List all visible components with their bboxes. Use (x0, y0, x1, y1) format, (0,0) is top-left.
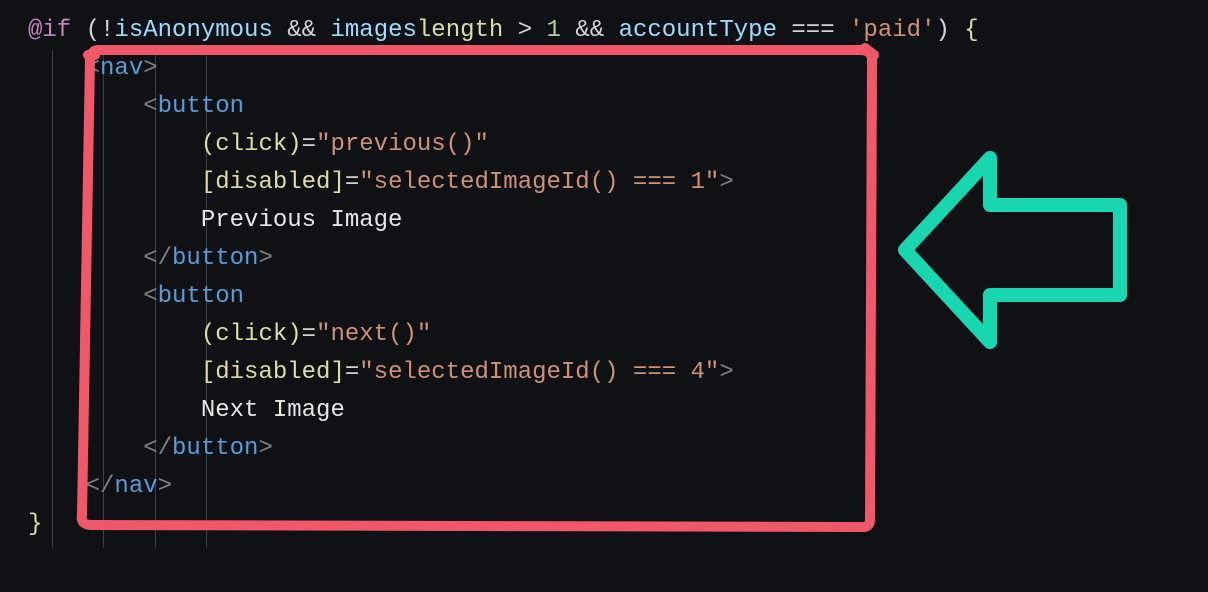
button-open-tag: <button (143, 283, 244, 310)
button-text: Previous Image (201, 207, 403, 234)
nav-close-tag: </nav> (86, 473, 172, 500)
button-text: Next Image (201, 397, 345, 424)
paren: ) (935, 17, 949, 44)
var-isAnonymous: isAnonymous (114, 17, 272, 44)
brace-close: } (28, 511, 42, 538)
paren: (! (86, 17, 115, 44)
var-images: images (330, 17, 416, 44)
num-1: 1 (547, 17, 561, 44)
op-and: && (273, 17, 331, 44)
button-open-tag: <button (143, 93, 244, 120)
button-close-tag: </button> (143, 245, 273, 272)
button-close-tag: </button> (143, 435, 273, 462)
str-paid: 'paid' (849, 17, 935, 44)
prop-length: length (417, 17, 503, 44)
brace-open: { (950, 17, 979, 44)
keyword-if: @if (28, 17, 71, 44)
op-gt: > (503, 17, 546, 44)
op-and: && (561, 17, 619, 44)
op-eq: === (777, 17, 849, 44)
attr-click: (click)="next()" (201, 321, 431, 348)
attr-disabled: [disabled]="selectedImageId() === 1"> (201, 169, 734, 196)
attr-disabled: [disabled]="selectedImageId() === 4"> (201, 359, 734, 386)
nav-open-tag: <nav> (86, 55, 158, 82)
var-accountType: accountType (619, 17, 777, 44)
code-editor-content: @if (!isAnonymous && imageslength > 1 &&… (28, 12, 979, 544)
if-line: @if (!isAnonymous && imageslength > 1 &&… (28, 17, 979, 44)
attr-click: (click)="previous()" (201, 131, 489, 158)
